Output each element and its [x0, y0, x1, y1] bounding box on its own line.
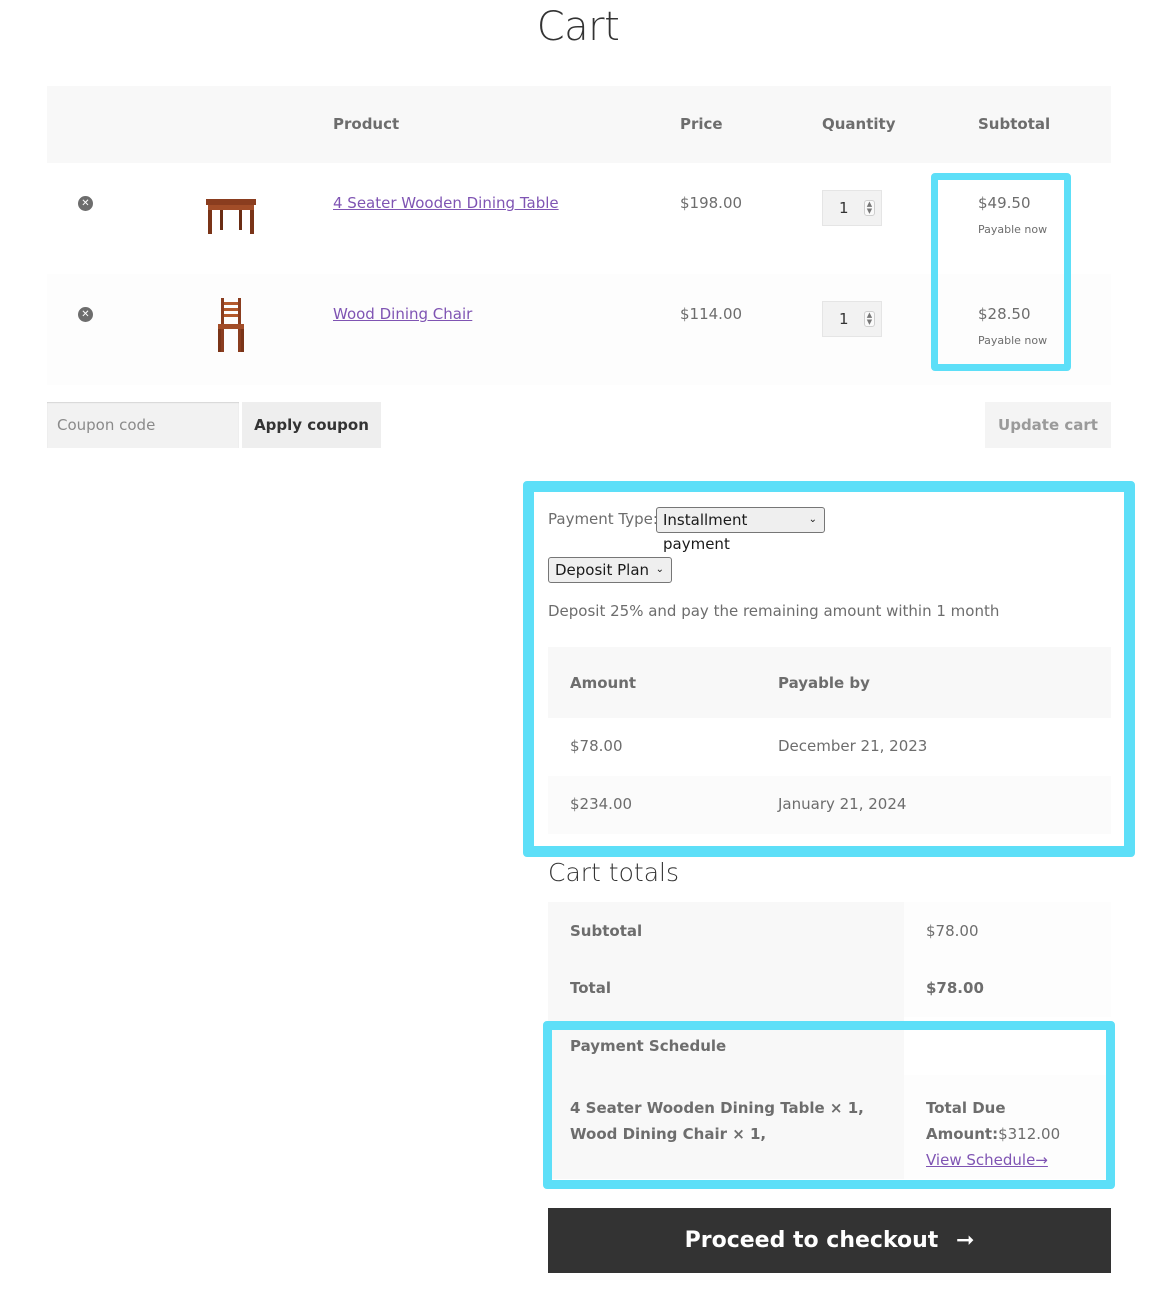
product-thumbnail[interactable] [200, 185, 262, 243]
cart-totals-title: Cart totals [548, 858, 679, 887]
update-cart-button[interactable]: Update cart [985, 402, 1111, 448]
header-price: Price [680, 115, 723, 133]
product-link[interactable]: 4 Seater Wooden Dining Table [333, 194, 559, 212]
payment-type-select[interactable]: Installment payment ⌄ [656, 507, 825, 553]
schedule-date: December 21, 2023 [778, 737, 928, 755]
dining-table-image [206, 199, 256, 234]
remove-item-icon[interactable]: ✕ [78, 307, 93, 322]
table-row: $234.00 January 21, 2024 [548, 776, 1111, 834]
header-amount: Amount [570, 674, 637, 692]
cart-table-header: Product Price Quantity Subtotal [47, 86, 1111, 163]
deposit-plan-select[interactable]: Deposit Plan ⌄ [548, 557, 672, 583]
header-payable-by: Payable by [778, 674, 870, 692]
quantity-stepper[interactable]: 1 ▲ ▼ [822, 301, 882, 337]
quantity-stepper[interactable]: 1 ▲ ▼ [822, 190, 882, 226]
total-value: $78.00 [926, 979, 984, 997]
checkout-label: Proceed to checkout [684, 1228, 939, 1253]
schedule-header: Amount Payable by [548, 647, 1111, 718]
product-price: $114.00 [680, 305, 743, 323]
product-price: $198.00 [680, 194, 743, 212]
header-product: Product [333, 115, 400, 133]
deposit-plan-value: Deposit Plan [555, 561, 650, 579]
quantity-value: 1 [839, 310, 849, 328]
payment-type-label: Payment Type: [548, 510, 658, 528]
spinner-icon[interactable]: ▲ ▼ [864, 311, 875, 327]
header-quantity: Quantity [822, 115, 896, 133]
product-thumbnail[interactable] [200, 296, 262, 354]
quantity-value: 1 [839, 199, 849, 217]
table-row: $78.00 December 21, 2023 [548, 718, 1111, 776]
dining-chair-image [218, 298, 244, 352]
chevron-down-icon: ⌄ [655, 564, 664, 575]
plan-description: Deposit 25% and pay the remaining amount… [548, 602, 1000, 620]
coupon-input[interactable]: Coupon code [47, 402, 239, 448]
chevron-down-icon: ⌄ [808, 514, 817, 525]
schedule-date: January 21, 2024 [778, 795, 907, 813]
apply-coupon-button[interactable]: Apply coupon [242, 402, 381, 448]
header-subtotal: Subtotal [978, 115, 1051, 133]
total-label: Total [570, 979, 611, 997]
proceed-to-checkout-button[interactable]: Proceed to checkout ➞ [548, 1208, 1111, 1273]
subtotal-label: Subtotal [570, 922, 643, 940]
schedule-amount: $78.00 [570, 737, 623, 755]
page-title: Cart [536, 4, 620, 50]
table-row: Total $78.00 [548, 959, 1111, 1017]
product-link[interactable]: Wood Dining Chair [333, 305, 472, 323]
table-row: Subtotal $78.00 [548, 902, 1111, 959]
schedule-amount: $234.00 [570, 795, 633, 813]
payment-schedule-highlight-box [543, 1021, 1115, 1189]
subtotal-value: $78.00 [926, 922, 979, 940]
spinner-icon[interactable]: ▲ ▼ [864, 200, 875, 216]
remove-item-icon[interactable]: ✕ [78, 196, 93, 211]
arrow-right-icon: ➞ [955, 1228, 975, 1253]
subtotal-highlight-box [931, 173, 1071, 371]
